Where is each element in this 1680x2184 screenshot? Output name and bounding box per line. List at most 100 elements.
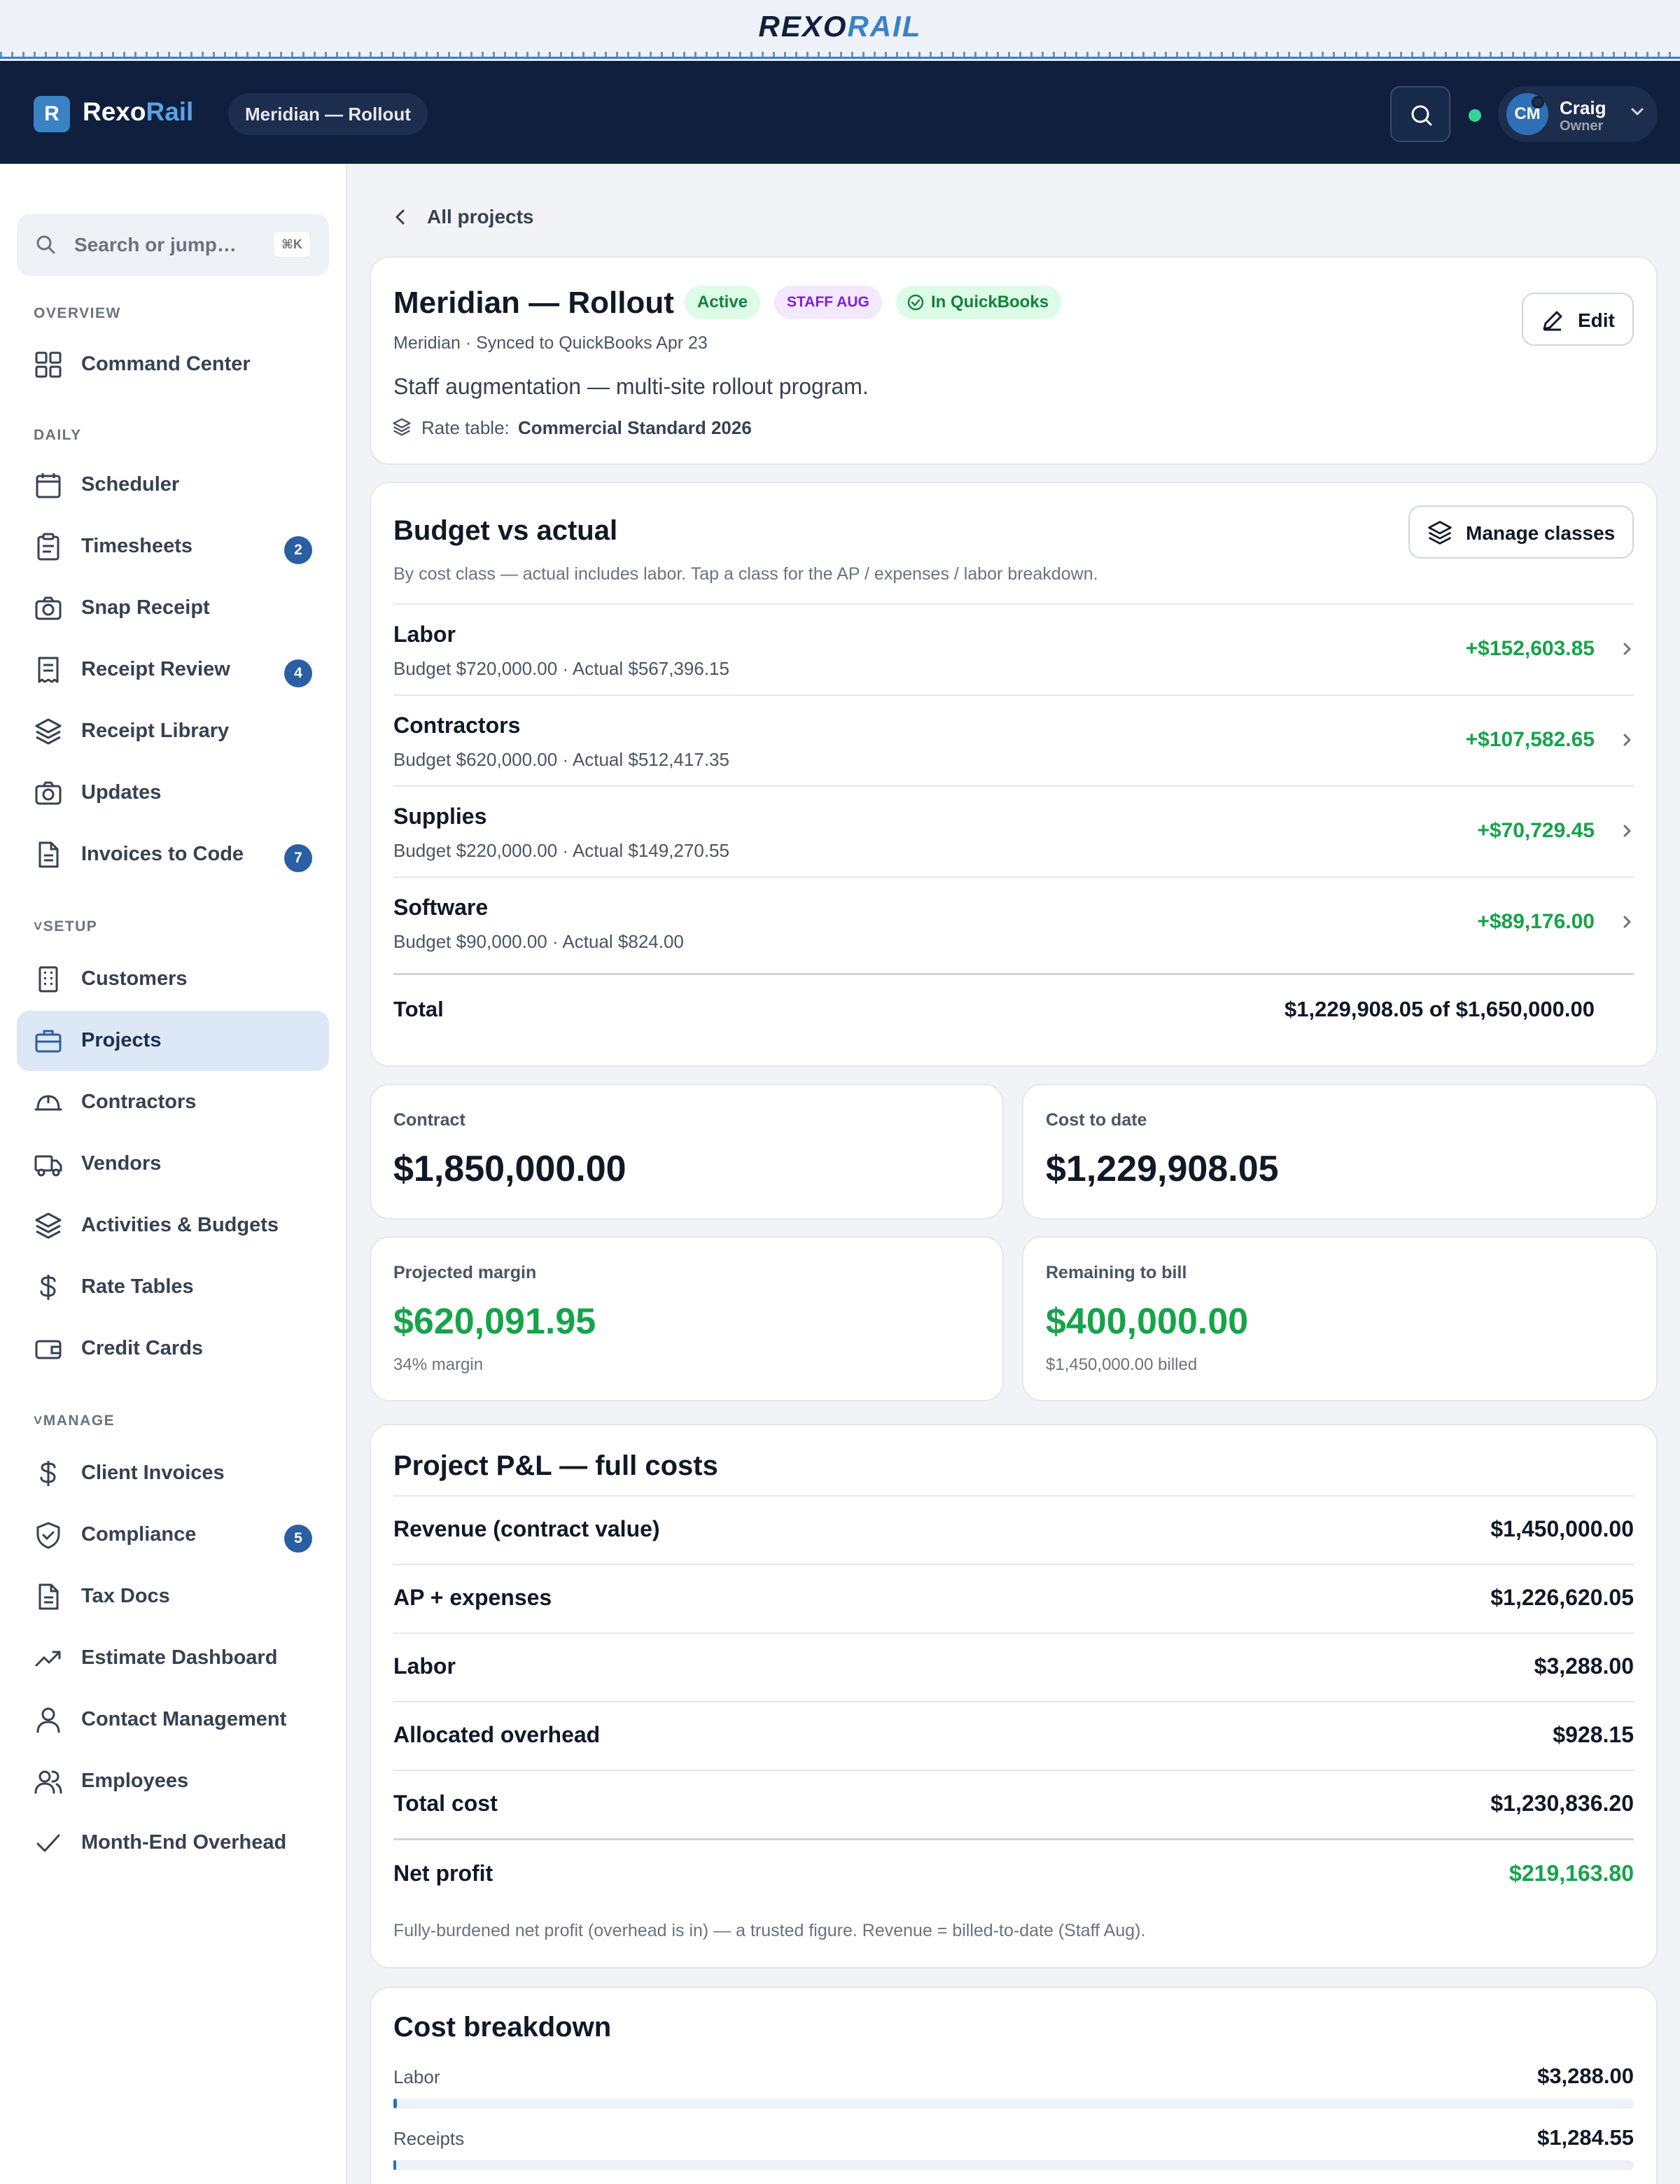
sidebar-item-label: Timesheets (81, 535, 193, 557)
sidebar-item-label: Compliance (81, 1523, 197, 1546)
sidebar-item-command-center[interactable]: Command Center (17, 335, 329, 395)
sidebar-item-label: Snap Receipt (81, 596, 210, 619)
sidebar-item-label: Updates (81, 781, 162, 804)
divider (393, 1564, 1634, 1565)
stat-label: Contract (393, 1110, 465, 1130)
sidebar-item-receipt-review[interactable]: Receipt Review 4 (17, 640, 329, 700)
user-name: Craig (1560, 97, 1606, 118)
file-icon (38, 841, 59, 868)
sidebar-item-tax-docs[interactable]: Tax Docs (17, 1567, 329, 1627)
divider (393, 1770, 1634, 1771)
sidebar-item-invoices-to-code[interactable]: Invoices to Code 7 (17, 825, 329, 885)
stat-value: $1,850,000.00 (393, 1149, 626, 1189)
sidebar-item-label: Employees (81, 1770, 189, 1792)
sidebar-item-rate-tables[interactable]: Rate Tables (17, 1257, 329, 1317)
pl-title: Project P&L — full costs (393, 1450, 718, 1481)
app-name-part-b: Rail (146, 97, 194, 126)
sidebar-item-timesheets[interactable]: Timesheets 2 (17, 517, 329, 577)
camera-icon (35, 781, 62, 805)
sidebar-item-label: Command Center (81, 353, 251, 375)
sidebar-item-employees[interactable]: Employees (17, 1751, 329, 1812)
variance-amount: +$89,176.00 (1477, 910, 1595, 933)
stat-subtext: 34% margin (393, 1355, 484, 1374)
chevron-right-icon (1623, 734, 1631, 746)
breakdown-bar-fill (393, 2099, 398, 2108)
sidebar-item-receipt-library[interactable]: Receipt Library (17, 701, 329, 762)
sidebar-item-credit-cards[interactable]: Credit Cards (17, 1319, 329, 1379)
sidebar-item-snap-receipt[interactable]: Snap Receipt (17, 578, 329, 638)
cost-class-name: Software (393, 895, 489, 920)
sidebar-item-contractors[interactable]: Contractors (17, 1072, 329, 1133)
divider (393, 785, 1634, 787)
rate-table-label: Rate table: (421, 417, 510, 438)
search-shortcut-hint: ⌘K (273, 231, 311, 258)
budget-title: Budget vs actual (393, 515, 618, 546)
chevron-down-icon: ˅ (34, 918, 43, 934)
net-profit-label: Net profit (393, 1861, 493, 1886)
count-badge: 5 (284, 1525, 312, 1553)
sidebar-search[interactable]: Search or jump… ⌘K (17, 214, 329, 276)
breakdown-bar (393, 2099, 1634, 2108)
chevron-right-icon (1623, 825, 1631, 837)
search-icon (1411, 105, 1432, 126)
sidebar-item-month-end-overhead[interactable]: Month-End Overhead (17, 1813, 329, 1873)
manage-classes-label: Manage classes (1466, 522, 1616, 544)
sidebar: Search or jump… ⌘K OVERVIEW Command Cent… (0, 164, 347, 2184)
sidebar-item-compliance[interactable]: Compliance 5 (17, 1505, 329, 1565)
chevron-left-icon (396, 209, 405, 225)
project-meta: Meridian · Synced to QuickBooks Apr 23 (393, 333, 708, 353)
stat-value: $620,091.95 (393, 1301, 596, 1342)
building-icon (38, 966, 58, 993)
chevron-down-icon (1631, 108, 1644, 115)
sidebar-item-label: Vendors (81, 1152, 162, 1175)
pl-row-value: $1,226,620.05 (1490, 1585, 1634, 1610)
sidebar-item-customers[interactable]: Customers (17, 949, 329, 1009)
manage-classes-button[interactable]: Manage classes (1408, 505, 1634, 559)
sidebar-item-contact-management[interactable]: Contact Management (17, 1690, 329, 1750)
quickbooks-badge-label: In QuickBooks (931, 293, 1049, 312)
pl-row-value: $1,230,836.20 (1490, 1791, 1634, 1816)
divider (393, 876, 1634, 878)
cost-class-detail: Budget $620,000.00 · Actual $512,417.35 (393, 749, 729, 770)
stat-value: $400,000.00 (1046, 1301, 1249, 1342)
sidebar-item-scheduler[interactable]: Scheduler (17, 455, 329, 515)
pl-row-label: AP + expenses (393, 1585, 552, 1610)
brand-wordmark: REXORAIL (0, 10, 1680, 43)
chevron-right-icon (1623, 643, 1631, 655)
section-manage[interactable]: ˅MANAGE (34, 1413, 115, 1429)
section-daily: DAILY (34, 427, 82, 443)
section-setup-label: SETUP (43, 918, 98, 934)
project-switcher[interactable]: Meridian — Rollout (228, 93, 428, 135)
sidebar-item-updates[interactable]: Updates (17, 763, 329, 823)
sidebar-item-projects[interactable]: Projects (17, 1011, 329, 1071)
breakdown-label: Labor (393, 2066, 440, 2087)
calendar-icon (36, 473, 61, 498)
grid-icon (35, 351, 62, 378)
project-description: Staff augmentation — multi-site rollout … (393, 374, 869, 399)
budget-total-value: $1,229,908.05 of $1,650,000.00 (1284, 997, 1595, 1021)
app-name-part-a: Rexo (83, 97, 146, 126)
chevron-right-icon (1623, 916, 1631, 928)
sidebar-item-estimate-dashboard[interactable]: Estimate Dashboard (17, 1628, 329, 1688)
edit-button[interactable]: Edit (1522, 293, 1634, 346)
section-setup[interactable]: ˅SETUP (34, 918, 97, 935)
sidebar-item-vendors[interactable]: Vendors (17, 1134, 329, 1194)
sidebar-item-activities-budgets[interactable]: Activities & Budgets (17, 1196, 329, 1256)
avatar-status-pip (1532, 96, 1544, 108)
sidebar-item-label: Credit Cards (81, 1337, 204, 1359)
rate-table-value[interactable]: Commercial Standard 2026 (518, 417, 752, 439)
cost-class-name: Labor (393, 622, 456, 647)
camera-icon (35, 596, 62, 620)
pl-row-label: Allocated overhead (393, 1722, 601, 1747)
check-icon (36, 1834, 60, 1852)
app-name[interactable]: RexoRail (83, 97, 193, 127)
brand-banner: REXORAIL (0, 0, 1680, 59)
trending-up-icon (35, 1651, 61, 1667)
app-logo[interactable]: R (34, 96, 70, 132)
type-badge: STAFF AUG (774, 286, 882, 319)
header-search-button[interactable] (1390, 86, 1450, 142)
wordmark-part-b: RAIL (847, 10, 922, 43)
sidebar-item-client-invoices[interactable]: Client Invoices (17, 1443, 329, 1504)
user-menu[interactable]: CM Craig Owner (1498, 86, 1658, 142)
budget-total-label: Total (393, 997, 444, 1021)
